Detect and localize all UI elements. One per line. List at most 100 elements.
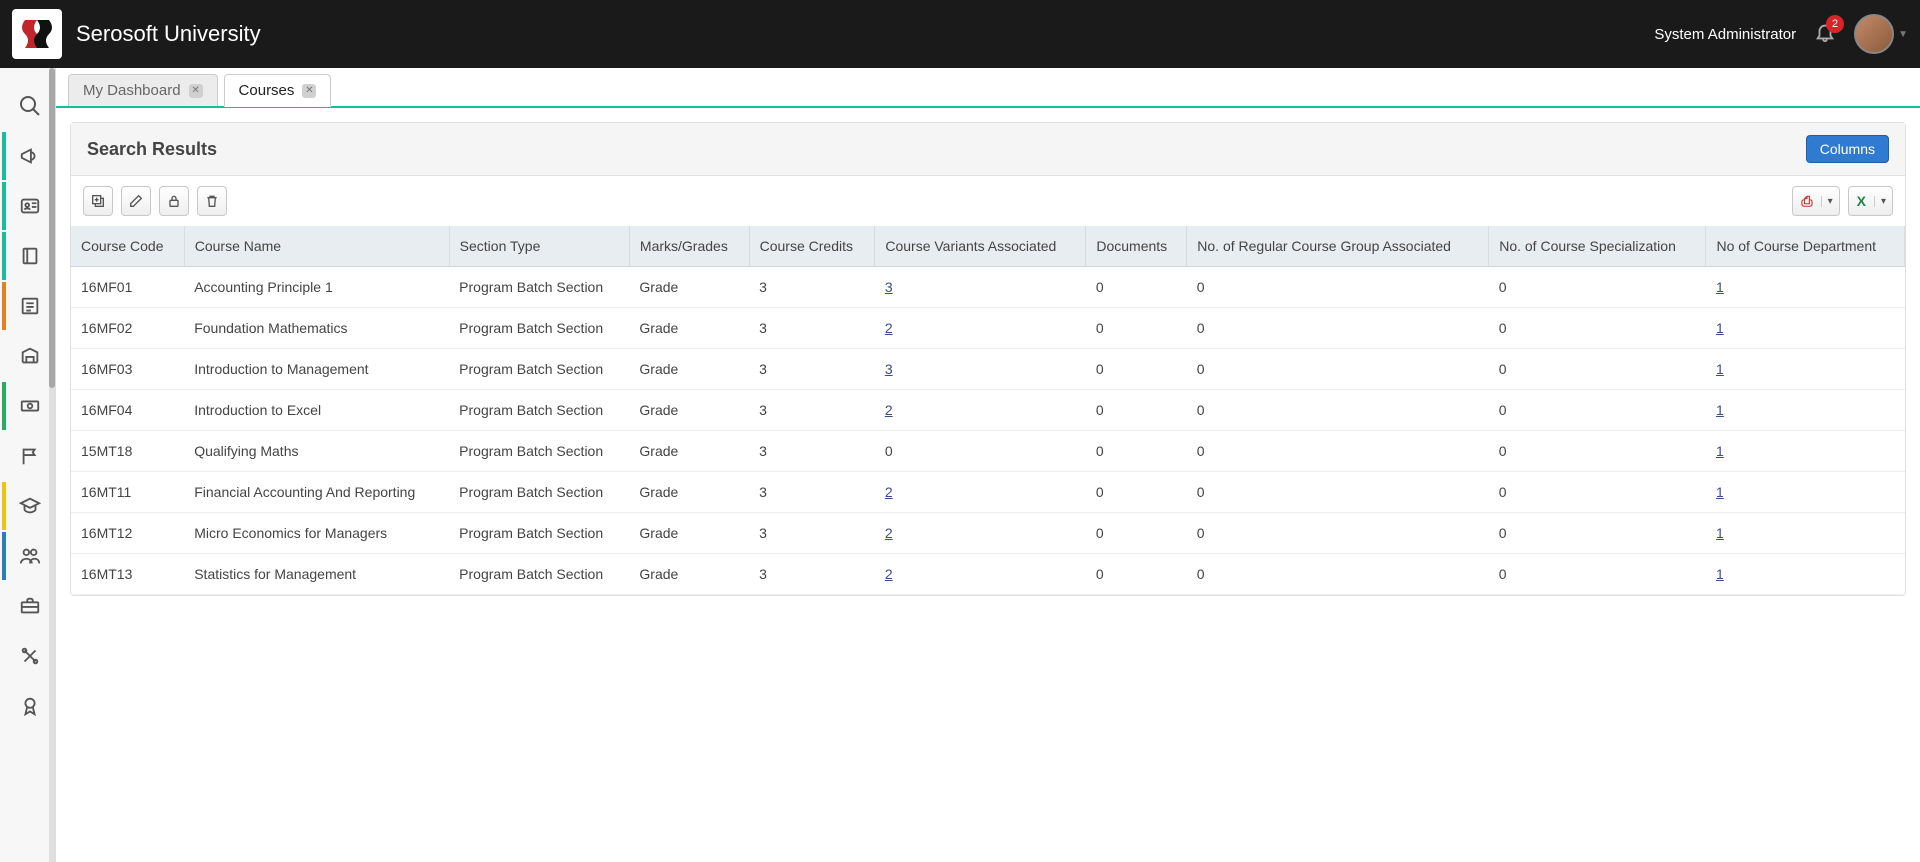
- user-role-label[interactable]: System Administrator: [1654, 26, 1796, 43]
- columns-button[interactable]: Columns: [1806, 135, 1889, 163]
- cell-course-variants-link[interactable]: 2: [885, 566, 893, 582]
- megaphone-icon: [19, 145, 41, 167]
- cell-department-link[interactable]: 1: [1716, 402, 1724, 418]
- cell-regular-group: 0: [1187, 267, 1489, 308]
- notifications-button[interactable]: 2: [1814, 21, 1836, 48]
- search-icon: [18, 94, 42, 118]
- sidebar-jobs[interactable]: [2, 582, 54, 630]
- sidebar-scrollbar[interactable]: [49, 68, 55, 862]
- add-button[interactable]: [83, 186, 113, 216]
- table-row[interactable]: 16MF02Foundation MathematicsProgram Batc…: [71, 308, 1905, 349]
- tab-my-dashboard[interactable]: My Dashboard ✕: [68, 74, 218, 106]
- col-course-specialization[interactable]: No. of Course Specialization: [1489, 226, 1706, 267]
- table-row[interactable]: 15MT18Qualifying MathsProgram Batch Sect…: [71, 431, 1905, 472]
- cell-documents: 0: [1086, 513, 1187, 554]
- cell-department-link[interactable]: 1: [1716, 279, 1724, 295]
- table-row[interactable]: 16MT12Micro Economics for ManagersProgra…: [71, 513, 1905, 554]
- col-regular-course-group[interactable]: No. of Regular Course Group Associated: [1187, 226, 1489, 267]
- library-icon: [19, 345, 41, 367]
- cell-department: 1: [1706, 472, 1905, 513]
- cell-course-variants: 2: [875, 472, 1086, 513]
- chevron-down-icon: ▼: [1898, 29, 1908, 40]
- col-section-type[interactable]: Section Type: [449, 226, 629, 267]
- cell-course-code: 16MT13: [71, 554, 184, 595]
- cell-course-variants-link[interactable]: 3: [885, 279, 893, 295]
- cell-course-credits: 3: [749, 308, 875, 349]
- col-marks-grades[interactable]: Marks/Grades: [629, 226, 749, 267]
- cell-department-link[interactable]: 1: [1716, 484, 1724, 500]
- export-pdf-button[interactable]: ⎙ ▾: [1792, 186, 1839, 216]
- cell-department: 1: [1706, 349, 1905, 390]
- col-course-variants[interactable]: Course Variants Associated: [875, 226, 1086, 267]
- cell-documents: 0: [1086, 390, 1187, 431]
- cell-department-link[interactable]: 1: [1716, 525, 1724, 541]
- cell-course-variants-link[interactable]: 2: [885, 402, 893, 418]
- delete-button[interactable]: [197, 186, 227, 216]
- excel-icon: X: [1849, 193, 1874, 209]
- table-row[interactable]: 16MF04Introduction to ExcelProgram Batch…: [71, 390, 1905, 431]
- table-row[interactable]: 16MT13Statistics for ManagementProgram B…: [71, 554, 1905, 595]
- sidebar-profile[interactable]: [2, 182, 54, 230]
- cell-regular-group: 0: [1187, 431, 1489, 472]
- cell-marks-grades: Grade: [629, 267, 749, 308]
- sidebar-scroll-thumb[interactable]: [49, 68, 55, 388]
- cell-documents: 0: [1086, 308, 1187, 349]
- export-excel-button[interactable]: X ▾: [1848, 186, 1893, 216]
- col-course-code[interactable]: Course Code: [71, 226, 184, 267]
- cell-course-variants-link[interactable]: 2: [885, 320, 893, 336]
- close-icon[interactable]: ✕: [302, 84, 316, 98]
- sidebar-academics[interactable]: [2, 482, 54, 530]
- sidebar-forms[interactable]: [2, 282, 54, 330]
- col-course-department[interactable]: No of Course Department: [1706, 226, 1905, 267]
- table-row[interactable]: 16MF01Accounting Principle 1Program Batc…: [71, 267, 1905, 308]
- table-row[interactable]: 16MF03Introduction to ManagementProgram …: [71, 349, 1905, 390]
- lock-icon: [166, 193, 182, 209]
- panel-title: Search Results: [87, 139, 217, 160]
- sidebar-finance[interactable]: [2, 382, 54, 430]
- cell-course-credits: 3: [749, 267, 875, 308]
- cell-specialization: 0: [1489, 390, 1706, 431]
- id-card-icon: [19, 195, 41, 217]
- cell-department-link[interactable]: 1: [1716, 320, 1724, 336]
- trash-icon: [204, 193, 220, 209]
- lock-button[interactable]: [159, 186, 189, 216]
- grid-wrapper[interactable]: Course Code Course Name Section Type Mar…: [71, 226, 1905, 595]
- cell-marks-grades: Grade: [629, 431, 749, 472]
- sidebar-courses[interactable]: [2, 232, 54, 280]
- sidebar-announcements[interactable]: [2, 132, 54, 180]
- user-menu[interactable]: ▼: [1854, 14, 1908, 54]
- cell-course-credits: 3: [749, 349, 875, 390]
- cell-department-link[interactable]: 1: [1716, 566, 1724, 582]
- cell-course-variants: 2: [875, 308, 1086, 349]
- cell-department-link[interactable]: 1: [1716, 443, 1724, 459]
- cell-regular-group: 0: [1187, 472, 1489, 513]
- cell-department: 1: [1706, 431, 1905, 472]
- col-documents[interactable]: Documents: [1086, 226, 1187, 267]
- cell-course-variants-link[interactable]: 2: [885, 484, 893, 500]
- sidebar-reports[interactable]: [2, 432, 54, 480]
- sidebar-library[interactable]: [2, 332, 54, 380]
- sidebar-users[interactable]: [2, 532, 54, 580]
- cell-course-variants-link[interactable]: 3: [885, 361, 893, 377]
- cell-department-link[interactable]: 1: [1716, 361, 1724, 377]
- edit-button[interactable]: [121, 186, 151, 216]
- cash-icon: [19, 395, 41, 417]
- sidebar-certificates[interactable]: [2, 682, 54, 730]
- cell-section-type: Program Batch Section: [449, 349, 629, 390]
- table-row[interactable]: 16MT11Financial Accounting And Reporting…: [71, 472, 1905, 513]
- cell-course-variants-link[interactable]: 2: [885, 525, 893, 541]
- close-icon[interactable]: ✕: [189, 84, 203, 98]
- cell-course-code: 16MF03: [71, 349, 184, 390]
- sidebar-search[interactable]: [2, 82, 54, 130]
- cell-marks-grades: Grade: [629, 513, 749, 554]
- cell-specialization: 0: [1489, 431, 1706, 472]
- cell-regular-group: 0: [1187, 349, 1489, 390]
- col-course-name[interactable]: Course Name: [184, 226, 449, 267]
- cell-regular-group: 0: [1187, 390, 1489, 431]
- sidebar-settings[interactable]: [2, 632, 54, 680]
- col-course-credits[interactable]: Course Credits: [749, 226, 875, 267]
- cell-section-type: Program Batch Section: [449, 513, 629, 554]
- cell-course-code: 16MF02: [71, 308, 184, 349]
- tab-courses[interactable]: Courses ✕: [224, 74, 332, 107]
- cell-course-variants: 3: [875, 267, 1086, 308]
